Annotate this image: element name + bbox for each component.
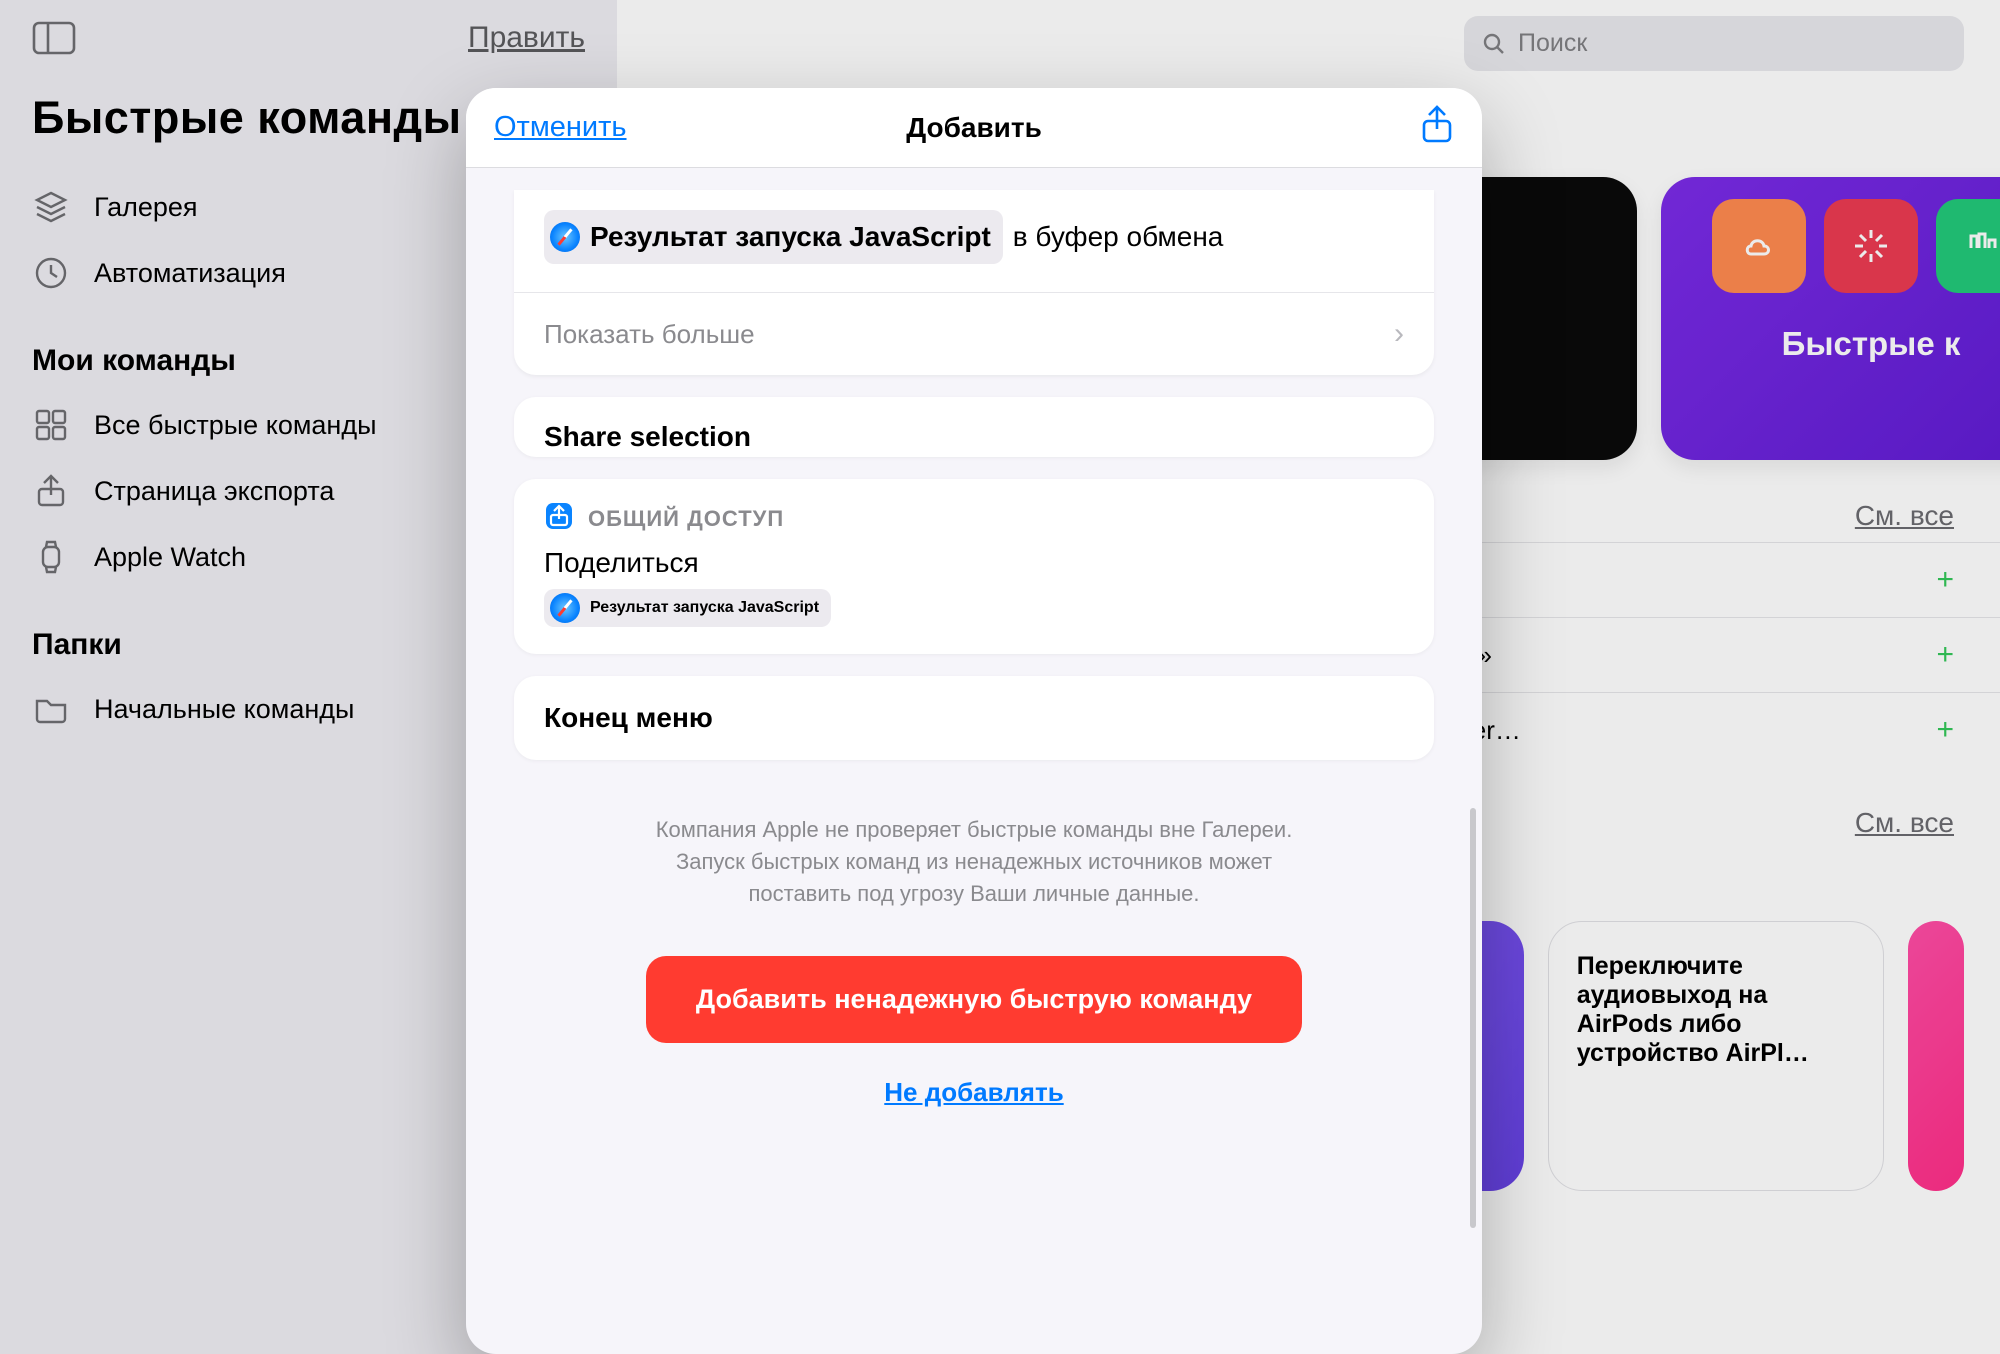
chevron-right-icon: › (1394, 317, 1404, 351)
modal-header: Отменить Добавить (466, 88, 1482, 168)
safari-icon (550, 593, 580, 623)
section-header-share: Share selection (514, 397, 1434, 457)
action-text: в буфер обмена (1013, 214, 1224, 260)
modal-body: Результат запуска JavaScript в буфер обм… (466, 168, 1482, 1354)
section-header-end: Конец меню (514, 676, 1434, 760)
show-more-row[interactable]: Показать больше › (514, 292, 1434, 375)
action-title: Поделиться (514, 537, 1434, 585)
action-badge: ОБЩИЙ ДОСТУП (588, 506, 784, 532)
add-shortcut-modal: Отменить Добавить Результат запуска Java… (466, 88, 1482, 1354)
cancel-button[interactable]: Отменить (494, 111, 627, 144)
warning-text: Компания Apple не проверяет быстрые кома… (550, 814, 1398, 910)
share-button[interactable] (1420, 105, 1454, 150)
variable-pill[interactable]: Результат запуска JavaScript (544, 589, 831, 627)
section-header-label: Конец меню (514, 676, 1434, 760)
scrollbar[interactable] (1470, 808, 1476, 1228)
share-icon (544, 501, 574, 537)
modal-title: Добавить (906, 112, 1042, 144)
safari-icon (550, 222, 580, 252)
section-header-label: Share selection (514, 397, 1434, 457)
variable-pill[interactable]: Результат запуска JavaScript (544, 210, 1003, 264)
add-untrusted-button[interactable]: Добавить ненадежную быструю команду (646, 956, 1302, 1043)
dont-add-link[interactable]: Не добавлять (514, 1077, 1434, 1108)
show-more-label: Показать больше (544, 319, 755, 350)
action-card-share: ОБЩИЙ ДОСТУП Поделиться Результат запуск… (514, 479, 1434, 654)
action-card-clipboard: Результат запуска JavaScript в буфер обм… (514, 190, 1434, 375)
